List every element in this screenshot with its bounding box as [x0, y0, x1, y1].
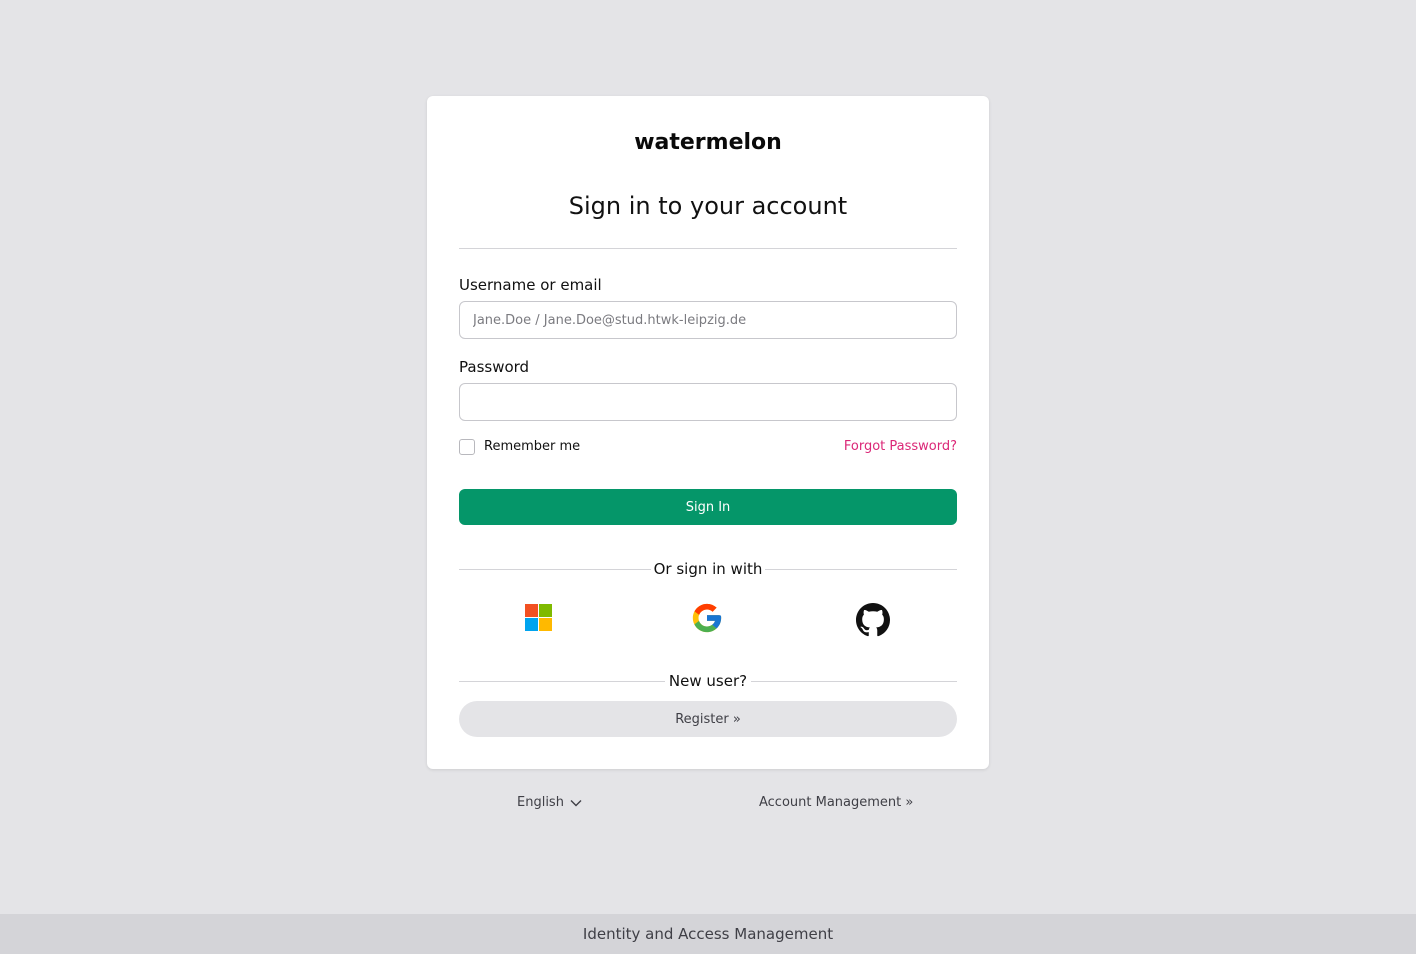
login-page: watermelon Sign in to your account Usern… — [0, 0, 1416, 954]
forgot-password-link[interactable]: Forgot Password? — [844, 439, 957, 455]
google-icon[interactable] — [690, 601, 726, 637]
register-separator: New user? — [459, 671, 957, 691]
remember-row: Remember me Forgot Password? — [459, 439, 957, 455]
remember-label[interactable]: Remember me — [484, 439, 580, 455]
username-input[interactable] — [459, 301, 957, 339]
password-label: Password — [459, 358, 530, 376]
password-input[interactable] — [459, 383, 957, 421]
brand-logo: watermelon — [634, 130, 782, 155]
social-heading: Or sign in with — [653, 560, 763, 578]
remember-checkbox[interactable] — [459, 439, 475, 455]
page-title: Sign in to your account — [568, 192, 848, 220]
footer-text: Identity and Access Management — [582, 925, 834, 943]
microsoft-icon[interactable] — [524, 603, 556, 635]
title-divider — [459, 248, 957, 249]
login-card: watermelon Sign in to your account Usern… — [427, 96, 989, 769]
register-button[interactable]: Register » — [459, 701, 957, 737]
footer: Identity and Access Management — [0, 914, 1416, 954]
register-heading: New user? — [668, 672, 748, 690]
language-selector[interactable]: English — [517, 795, 582, 810]
sign-in-button[interactable]: Sign In — [459, 489, 957, 525]
language-label: English — [517, 795, 564, 810]
chevron-down-icon — [570, 799, 582, 806]
github-icon[interactable] — [856, 603, 892, 639]
account-management-link[interactable]: Account Management » — [759, 795, 913, 810]
username-label: Username or email — [459, 276, 602, 294]
social-separator: Or sign in with — [459, 559, 957, 579]
